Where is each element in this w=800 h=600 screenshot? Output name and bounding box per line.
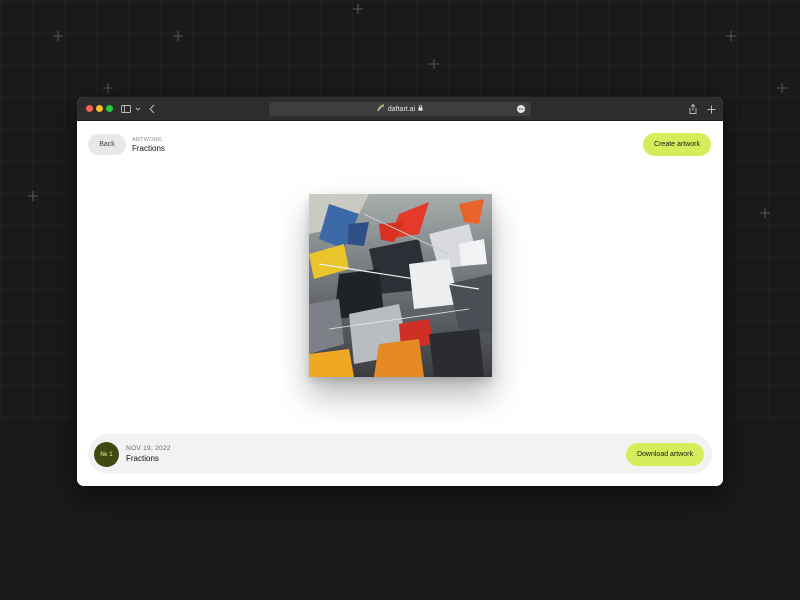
more-options-icon[interactable] bbox=[517, 105, 525, 113]
artwork-date: NOV 19, 2022 bbox=[126, 445, 171, 452]
sidebar-toggle-icon[interactable] bbox=[121, 102, 131, 116]
download-artwork-button[interactable]: Download artwork bbox=[626, 443, 704, 466]
zoom-window-button[interactable] bbox=[106, 105, 113, 112]
share-icon[interactable] bbox=[689, 102, 697, 116]
artwork-number-badge: № 1 bbox=[94, 442, 119, 467]
lock-icon bbox=[418, 105, 423, 113]
artwork-image bbox=[309, 194, 492, 377]
browser-titlebar: daftart.ai bbox=[77, 97, 723, 121]
address-bar[interactable]: daftart.ai bbox=[269, 102, 531, 116]
new-tab-icon[interactable] bbox=[707, 102, 716, 116]
artwork-info-bar: № 1 NOV 19, 2022 Fractions Download artw… bbox=[88, 434, 712, 474]
back-button[interactable]: Back bbox=[88, 134, 126, 155]
url-text: daftart.ai bbox=[387, 105, 416, 113]
chevron-down-icon[interactable] bbox=[135, 102, 141, 116]
breadcrumb-label: ARTWORK bbox=[132, 137, 163, 143]
page-title: Fractions bbox=[132, 144, 165, 153]
artwork-title: Fractions bbox=[126, 454, 159, 463]
rainbow-feather-icon bbox=[377, 104, 385, 114]
minimize-window-button[interactable] bbox=[96, 105, 103, 112]
artwork-page: Back ARTWORK Fractions Create artwork № … bbox=[77, 121, 723, 486]
browser-window: daftart.ai Back ARTWORK Fractions Create… bbox=[77, 97, 723, 486]
close-window-button[interactable] bbox=[86, 105, 93, 112]
back-nav-icon[interactable] bbox=[149, 102, 155, 116]
create-artwork-button[interactable]: Create artwork bbox=[643, 133, 711, 156]
